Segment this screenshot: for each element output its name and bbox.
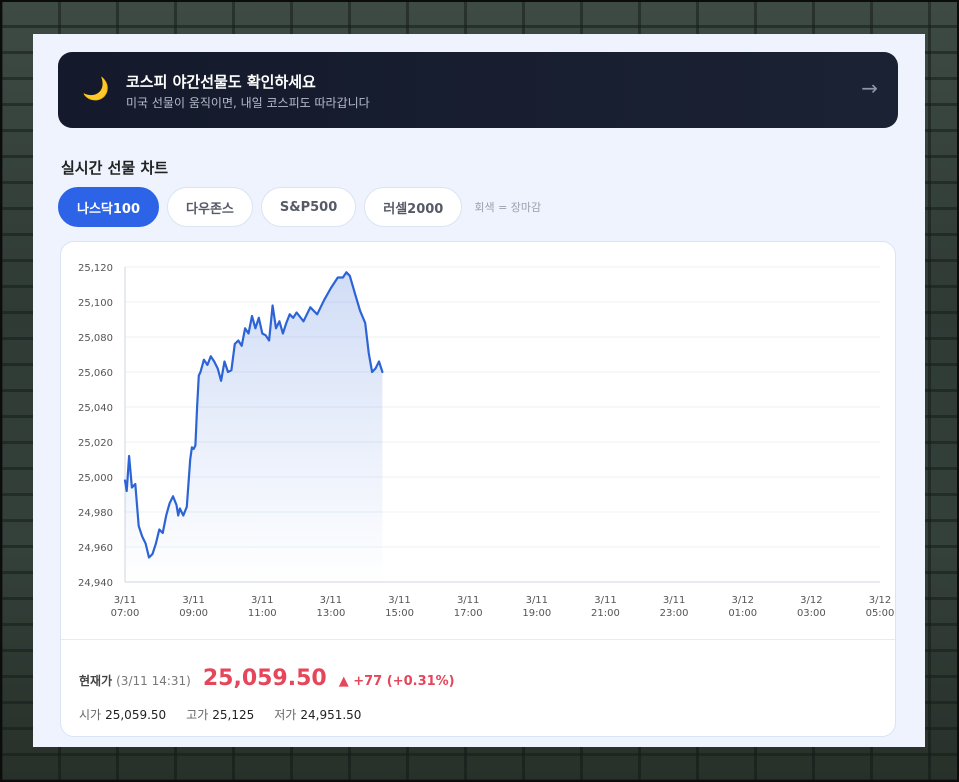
x-tick-date: 3/11 [526, 595, 548, 606]
x-tick-date: 3/12 [869, 595, 891, 606]
y-tick-label: 25,020 [78, 438, 113, 449]
x-tick-date: 3/11 [182, 595, 204, 606]
section-title: 실시간 선물 차트 [61, 159, 169, 177]
stat-open-label: 시가 [79, 708, 102, 722]
ohl-stats: 시가 25,059.50 고가 25,125 저가 24,951.50 [79, 706, 381, 723]
x-tick-date: 3/11 [320, 595, 342, 606]
banner-subtitle: 미국 선물이 움직이면, 내일 코스피도 따라갑니다 [126, 96, 370, 110]
price-change: ▲ +77 (+0.31%) [338, 674, 455, 689]
x-tick-time: 01:00 [728, 608, 757, 619]
tab-russell2000[interactable]: 러셀2000 [364, 187, 463, 227]
x-tick-time: 23:00 [660, 608, 689, 619]
x-tick-time: 07:00 [111, 608, 140, 619]
x-tick-date: 3/12 [731, 595, 753, 606]
futures-widget: 🌙 코스피 야간선물도 확인하세요 미국 선물이 움직이면, 내일 코스피도 따… [33, 34, 925, 747]
y-tick-label: 25,080 [78, 333, 113, 344]
futures-chart[interactable]: 25,120 25,100 25,080 25,060 25,040 25,020 25,0… [61, 242, 896, 638]
banner-title: 코스피 야간선물도 확인하세요 [126, 73, 316, 91]
x-tick-date: 3/12 [800, 595, 822, 606]
current-price-label: 현재가 [79, 674, 113, 688]
stat-low-label: 저가 [274, 708, 297, 722]
stat-open: 시가 25,059.50 [79, 706, 166, 723]
stat-high-label: 고가 [186, 708, 209, 722]
moon-icon: 🌙 [82, 77, 110, 102]
index-tabs: 나스닥100 다우존스 S&P500 러셀2000 회색 = 장마감 [58, 187, 541, 227]
current-price-row: 현재가 (3/11 14:31) 25,059.50 ▲ +77 (+0.31%… [79, 666, 455, 696]
y-tick-label: 25,060 [78, 368, 113, 379]
y-tick-label: 25,040 [78, 403, 113, 414]
x-tick-date: 3/11 [457, 595, 479, 606]
market-closed-legend: 회색 = 장마감 [474, 201, 542, 214]
x-tick-time: 15:00 [385, 608, 414, 619]
tab-dow-jones[interactable]: 다우존스 [167, 187, 253, 227]
y-tick-label: 25,120 [78, 263, 113, 274]
y-tick-label: 25,000 [78, 473, 113, 484]
x-tick-time: 13:00 [316, 608, 345, 619]
arrow-right-icon[interactable]: → [861, 76, 878, 100]
x-tick-time: 03:00 [797, 608, 826, 619]
stat-high-value: 25,125 [212, 708, 255, 722]
x-tick-date: 3/11 [594, 595, 616, 606]
night-futures-banner[interactable]: 🌙 코스피 야간선물도 확인하세요 미국 선물이 움직이면, 내일 코스피도 따… [58, 52, 898, 128]
x-tick-time: 09:00 [179, 608, 208, 619]
x-tick-time: 19:00 [522, 608, 551, 619]
x-tick-date: 3/11 [388, 595, 410, 606]
tab-nasdaq100[interactable]: 나스닥100 [58, 187, 160, 227]
x-tick-date: 3/11 [663, 595, 685, 606]
y-tick-label: 25,100 [78, 298, 113, 309]
current-price-value: 25,059.50 [202, 666, 327, 691]
tab-sp500[interactable]: S&P500 [260, 187, 357, 227]
y-tick-label: 24,980 [78, 508, 113, 519]
stat-low: 저가 24,951.50 [274, 706, 361, 723]
chart-card: 25,120 25,100 25,080 25,060 25,040 25,020 25,0… [60, 241, 896, 737]
x-tick-date: 3/11 [114, 595, 136, 606]
x-tick-time: 05:00 [866, 608, 895, 619]
divider [61, 639, 895, 640]
x-tick-date: 3/11 [251, 595, 273, 606]
stat-high: 고가 25,125 [186, 706, 254, 723]
current-price-time: (3/11 14:31) [116, 674, 191, 688]
y-tick-label: 24,960 [78, 543, 113, 554]
stat-open-value: 25,059.50 [105, 708, 167, 722]
x-tick-time: 11:00 [248, 608, 277, 619]
y-tick-label: 24,940 [78, 578, 113, 589]
stat-low-value: 24,951.50 [300, 708, 362, 722]
x-tick-time: 21:00 [591, 608, 620, 619]
x-tick-time: 17:00 [454, 608, 483, 619]
